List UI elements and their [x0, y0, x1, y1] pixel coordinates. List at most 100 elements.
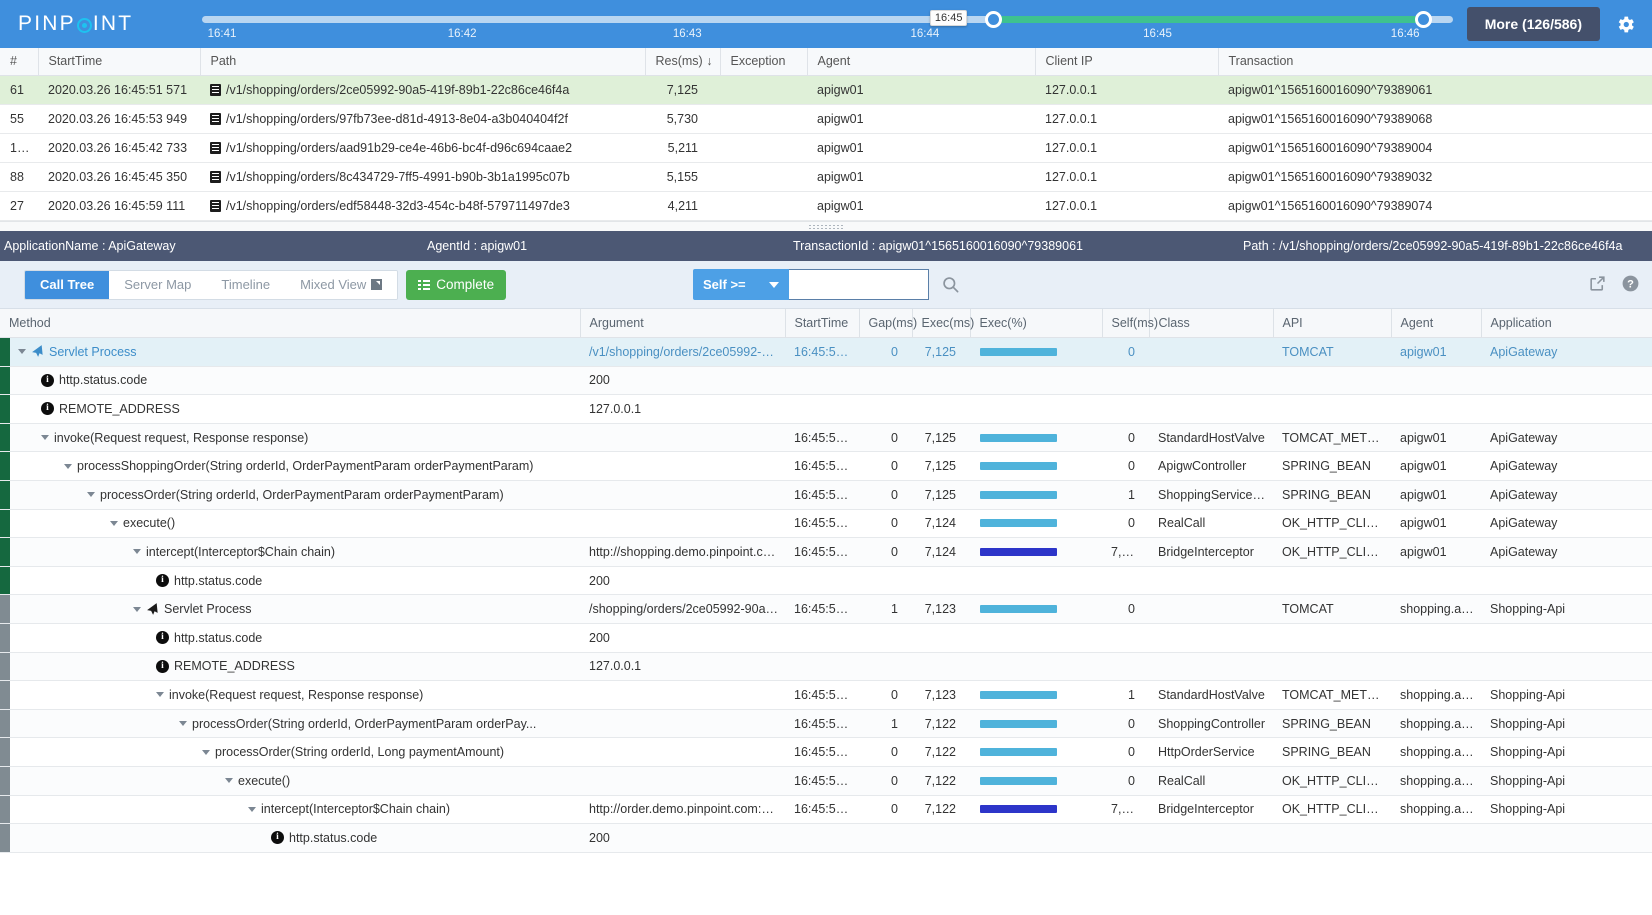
call-tree-row[interactable]: invoke(Request request, Response respons… — [0, 423, 1652, 452]
call-tree-method-cell[interactable]: processOrder(String orderId, Long paymen… — [0, 738, 580, 767]
help-circle-icon[interactable]: ? — [1621, 274, 1640, 296]
call-tree-row[interactable]: Servlet Process/shopping/orders/2ce05992… — [0, 595, 1652, 624]
search-icon[interactable] — [941, 275, 960, 294]
call-tree-row[interactable]: processOrder(String orderId, OrderPaymen… — [0, 709, 1652, 738]
filter-value-input[interactable] — [789, 269, 929, 300]
call-tree-col-header[interactable]: Class — [1149, 309, 1273, 338]
call-tree-self — [1102, 366, 1149, 395]
time-range-slider[interactable]: 16:45 16:41 16:42 16:43 16:44 16:45 16:4… — [202, 0, 1453, 48]
table-row[interactable]: 882020.03.26 16:45:45 350/v1/shopping/or… — [0, 163, 1652, 192]
info-icon: i — [41, 402, 54, 415]
table-row[interactable]: 552020.03.26 16:45:53 949/v1/shopping/or… — [0, 105, 1652, 134]
call-tree-row[interactable]: invoke(Request request, Response respons… — [0, 681, 1652, 710]
call-tree-method-cell[interactable]: processOrder(String orderId, OrderPaymen… — [0, 709, 580, 738]
txn-col-header[interactable]: # — [0, 48, 38, 76]
call-tree-col-header[interactable]: StartTime — [785, 309, 859, 338]
call-tree-method-cell[interactable]: execute() — [0, 766, 580, 795]
txn-path[interactable]: /v1/shopping/orders/8c434729-7ff5-4991-b… — [200, 163, 645, 192]
call-tree-row[interactable]: ihttp.status.code200 — [0, 566, 1652, 595]
call-tree-row[interactable]: processShoppingOrder(String orderId, Ord… — [0, 452, 1652, 481]
call-tree-row[interactable]: processOrder(String orderId, Long paymen… — [0, 738, 1652, 767]
txn-path[interactable]: /v1/shopping/orders/97fb73ee-d81d-4913-8… — [200, 105, 645, 134]
table-row[interactable]: 612020.03.26 16:45:51 571/v1/shopping/or… — [0, 76, 1652, 105]
txn-path[interactable]: /v1/shopping/orders/2ce05992-90a5-419f-8… — [200, 76, 645, 105]
txn-col-header[interactable]: Client IP — [1035, 48, 1218, 76]
call-tree-row[interactable]: execute()16:45:51 57107,1240RealCallOK_H… — [0, 509, 1652, 538]
call-tree-method-cell[interactable]: Servlet Process — [0, 338, 580, 367]
call-tree-col-header[interactable]: Application — [1481, 309, 1652, 338]
txn-col-header[interactable]: Exception — [720, 48, 807, 76]
call-tree-method-cell[interactable]: processOrder(String orderId, OrderPaymen… — [0, 480, 580, 509]
call-tree-method-cell[interactable]: execute() — [0, 509, 580, 538]
txn-col-header[interactable]: Path — [200, 48, 645, 76]
tab-call-tree[interactable]: Call Tree — [25, 271, 109, 299]
chevron-down-icon[interactable] — [202, 750, 210, 755]
chevron-down-icon[interactable] — [110, 521, 118, 526]
call-tree-method-cell[interactable]: intercept(Interceptor$Chain chain) — [0, 538, 580, 567]
gear-icon[interactable] — [1608, 7, 1642, 41]
chevron-down-icon[interactable] — [156, 692, 164, 697]
tab-server-map[interactable]: Server Map — [109, 271, 206, 299]
call-tree-method-cell[interactable]: invoke(Request request, Response respons… — [0, 681, 580, 710]
chevron-down-icon[interactable] — [41, 435, 49, 440]
call-tree-row[interactable]: ihttp.status.code200 — [0, 623, 1652, 652]
tab-mixed-view[interactable]: Mixed View — [285, 271, 397, 299]
call-tree-method-cell[interactable]: intercept(Interceptor$Chain chain) — [0, 795, 580, 824]
call-tree-method-cell[interactable]: ihttp.status.code — [0, 623, 580, 652]
open-new-window-icon[interactable] — [1588, 274, 1607, 296]
txn-path[interactable]: /v1/shopping/orders/aad91b29-ce4e-46b6-b… — [200, 134, 645, 163]
txn-col-header[interactable]: Transaction — [1218, 48, 1652, 76]
call-tree-exec — [912, 652, 970, 681]
call-tree-method-cell[interactable]: ihttp.status.code — [0, 566, 580, 595]
call-tree-col-header[interactable]: Self(ms) — [1102, 309, 1149, 338]
call-tree-method-cell[interactable]: ihttp.status.code — [0, 824, 580, 853]
chevron-down-icon[interactable] — [133, 607, 141, 612]
call-tree-col-header[interactable]: Gap(ms) — [859, 309, 912, 338]
slider-handle-end[interactable] — [1415, 11, 1432, 28]
txn-col-header[interactable]: Agent — [807, 48, 1035, 76]
call-tree-col-header[interactable]: Exec(ms) — [912, 309, 970, 338]
call-tree-row[interactable]: execute()16:45:51 57307,1220RealCallOK_H… — [0, 766, 1652, 795]
call-tree-row[interactable]: iREMOTE_ADDRESS127.0.0.1 — [0, 652, 1652, 681]
chevron-down-icon[interactable] — [64, 464, 72, 469]
txn-path[interactable]: /v1/shopping/orders/edf58448-32d3-454c-b… — [200, 192, 645, 221]
call-tree-col-header[interactable]: Argument — [580, 309, 785, 338]
call-tree-method-cell[interactable]: processShoppingOrder(String orderId, Ord… — [0, 452, 580, 481]
panel-splitter[interactable] — [0, 221, 1652, 231]
call-tree-row[interactable]: ihttp.status.code200 — [0, 366, 1652, 395]
call-tree-col-header[interactable]: API — [1273, 309, 1391, 338]
txn-col-header[interactable]: Res(ms) ↓ — [645, 48, 720, 76]
tab-timeline[interactable]: Timeline — [206, 271, 285, 299]
pinpoint-logo[interactable]: PINPINT — [18, 12, 178, 36]
table-row[interactable]: 272020.03.26 16:45:59 111/v1/shopping/or… — [0, 192, 1652, 221]
chevron-down-icon[interactable] — [225, 778, 233, 783]
application-color-strip — [0, 538, 10, 566]
call-tree-row[interactable]: intercept(Interceptor$Chain chain)http:/… — [0, 538, 1652, 567]
filter-type-select[interactable]: Self >= — [693, 269, 789, 300]
call-tree-col-header[interactable]: Method — [0, 309, 580, 338]
chevron-down-icon[interactable] — [179, 721, 187, 726]
table-row[interactable]: 1042020.03.26 16:45:42 733/v1/shopping/o… — [0, 134, 1652, 163]
call-tree-method-cell[interactable]: invoke(Request request, Response respons… — [0, 423, 580, 452]
more-transactions-button[interactable]: More (126/586) — [1467, 7, 1600, 41]
chevron-down-icon[interactable] — [133, 549, 141, 554]
call-tree-row[interactable]: Servlet Process/v1/shopping/orders/2ce05… — [0, 338, 1652, 367]
call-tree-row[interactable]: intercept(Interceptor$Chain chain)http:/… — [0, 795, 1652, 824]
call-tree-method-cell[interactable]: ihttp.status.code — [0, 366, 580, 395]
slider-handle-start[interactable] — [985, 11, 1002, 28]
txn-col-header[interactable]: StartTime — [38, 48, 200, 76]
complete-button[interactable]: Complete — [406, 270, 506, 300]
splitter-grip-icon[interactable] — [808, 224, 844, 230]
call-tree-col-header[interactable]: Exec(%) — [970, 309, 1102, 338]
txn-transaction-id: apigw01^1565160016090^79389032 — [1218, 163, 1652, 192]
call-tree-method-cell[interactable]: iREMOTE_ADDRESS — [0, 652, 580, 681]
call-tree-row[interactable]: processOrder(String orderId, OrderPaymen… — [0, 480, 1652, 509]
call-tree-method-cell[interactable]: iREMOTE_ADDRESS — [0, 395, 580, 424]
call-tree-col-header[interactable]: Agent — [1391, 309, 1481, 338]
chevron-down-icon[interactable] — [87, 492, 95, 497]
call-tree-method-cell[interactable]: Servlet Process — [0, 595, 580, 624]
chevron-down-icon[interactable] — [248, 807, 256, 812]
chevron-down-icon[interactable] — [18, 349, 26, 354]
call-tree-row[interactable]: iREMOTE_ADDRESS127.0.0.1 — [0, 395, 1652, 424]
call-tree-row[interactable]: ihttp.status.code200 — [0, 824, 1652, 853]
